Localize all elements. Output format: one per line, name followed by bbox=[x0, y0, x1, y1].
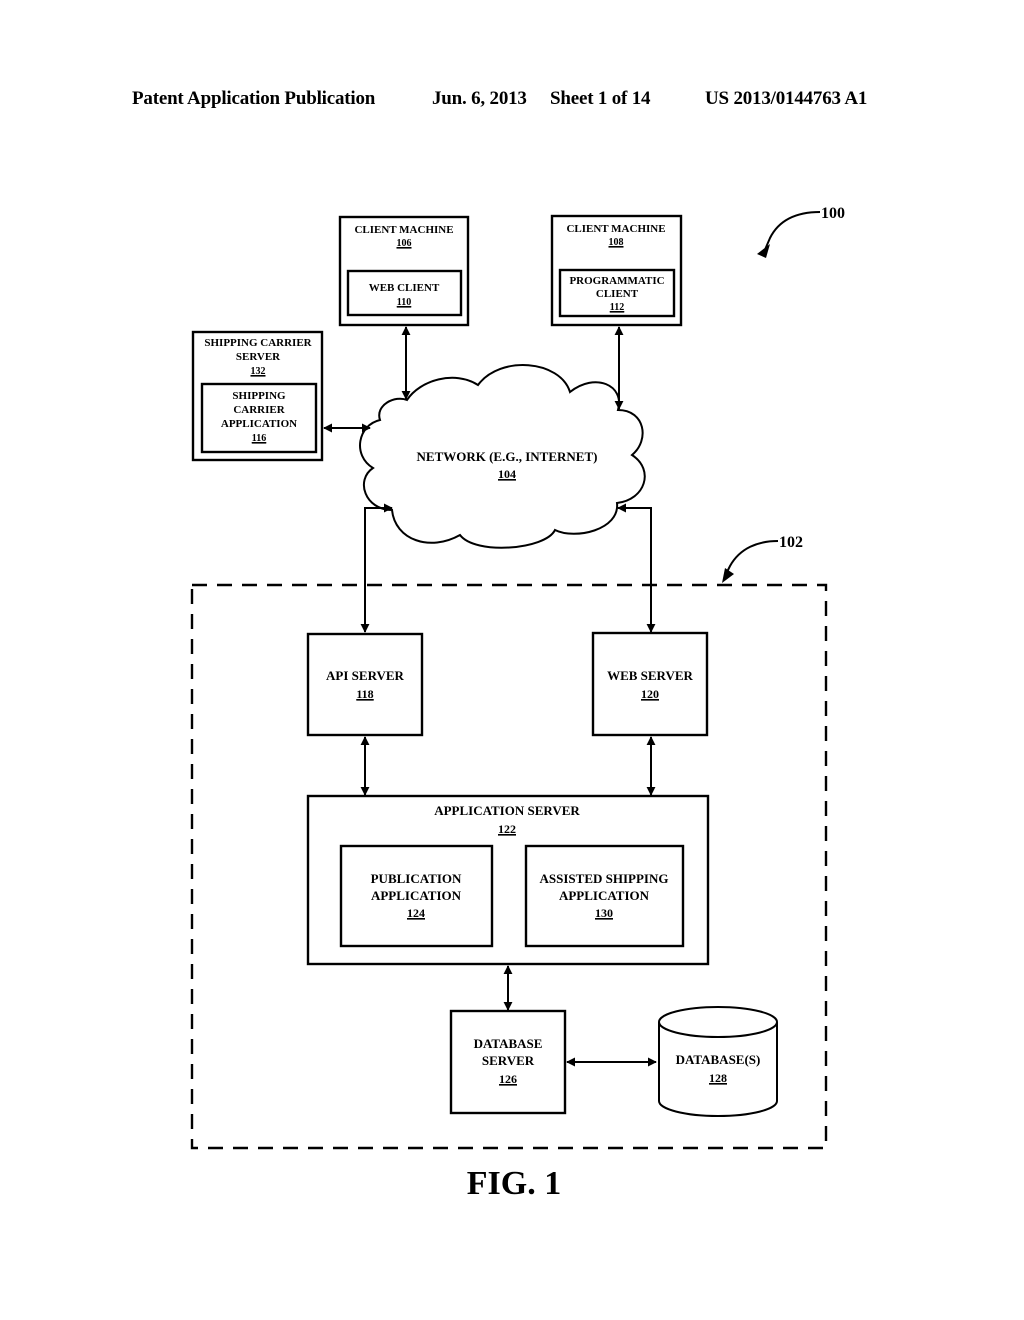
programmatic-client-112-line2: CLIENT bbox=[596, 288, 639, 300]
system-diagram: 100 CLIENT MACHINE 106 WEB CLIENT 110 CL… bbox=[190, 205, 845, 1202]
client-machine-108-ref: 108 bbox=[609, 237, 624, 248]
database-server-line1: DATABASE bbox=[474, 1036, 543, 1051]
connector-network-web-upper bbox=[617, 503, 652, 632]
ref-100-arrowhead bbox=[757, 244, 770, 258]
api-server-118: API SERVER 118 bbox=[306, 632, 424, 737]
network-ref: 104 bbox=[498, 467, 516, 481]
client-machine-106-ref: 106 bbox=[397, 238, 412, 249]
api-server-title: API SERVER bbox=[326, 668, 405, 683]
application-server-ref: 122 bbox=[498, 822, 516, 836]
assisted-shipping-app-line1: ASSISTED SHIPPING bbox=[540, 871, 669, 886]
ref-102-leader bbox=[726, 540, 779, 573]
assisted-shipping-app-line2: APPLICATION bbox=[559, 888, 650, 903]
assisted-shipping-app-ref: 130 bbox=[595, 906, 613, 920]
shipping-carrier-app-ref: 116 bbox=[252, 433, 266, 444]
databases-ref: 128 bbox=[709, 1071, 727, 1085]
shipping-carrier-app-line1: SHIPPING bbox=[232, 390, 286, 402]
network-104: NETWORK (E.G., INTERNET) 104 bbox=[359, 364, 646, 549]
shipping-carrier-server-ref: 132 bbox=[251, 366, 266, 377]
database-cylinder-top bbox=[658, 1006, 778, 1038]
client-machine-106-title: CLIENT MACHINE bbox=[354, 224, 453, 236]
programmatic-client-112-ref: 112 bbox=[610, 302, 624, 313]
web-server-title: WEB SERVER bbox=[607, 668, 693, 683]
publication-app-line1: PUBLICATION bbox=[371, 871, 462, 886]
api-server-ref: 118 bbox=[356, 687, 373, 701]
publication-app-ref: 124 bbox=[407, 906, 425, 920]
web-client-110-title: WEB CLIENT bbox=[369, 282, 440, 294]
shipping-carrier-server-132: SHIPPING CARRIER SERVER 132 SHIPPING CAR… bbox=[191, 330, 324, 462]
system-ref-100: 100 bbox=[757, 205, 845, 258]
web-server-ref: 120 bbox=[641, 687, 659, 701]
programmatic-client-112-line1: PROGRAMMATIC bbox=[569, 275, 664, 287]
shipping-carrier-server-line1: SHIPPING CARRIER bbox=[204, 337, 312, 349]
figure-caption: FIG. 1 bbox=[467, 1165, 561, 1202]
ref-102-label: 102 bbox=[779, 534, 803, 551]
ref-100-leader bbox=[763, 211, 821, 253]
databases-title: DATABASE(S) bbox=[676, 1052, 761, 1067]
shipping-carrier-app-line2: CARRIER bbox=[233, 404, 285, 416]
publication-app-line2: APPLICATION bbox=[371, 888, 462, 903]
client-machine-106: CLIENT MACHINE 106 WEB CLIENT 110 bbox=[338, 215, 470, 327]
boundary-ref-102: 102 bbox=[722, 534, 803, 583]
shipping-carrier-server-line2: SERVER bbox=[236, 351, 281, 363]
database-server-line2: SERVER bbox=[482, 1053, 535, 1068]
web-server-120: WEB SERVER 120 bbox=[591, 631, 709, 737]
database-server-126: DATABASE SERVER 126 bbox=[449, 1009, 567, 1115]
connector-network-api-upper bbox=[364, 503, 393, 632]
application-server-title: APPLICATION SERVER bbox=[434, 803, 580, 818]
client-machine-108: CLIENT MACHINE 108 PROGRAMMATIC CLIENT 1… bbox=[550, 214, 683, 327]
application-server-122: APPLICATION SERVER 122 PUBLICATION APPLI… bbox=[306, 794, 710, 966]
web-client-110-ref: 110 bbox=[397, 297, 411, 308]
ref-102-arrowhead bbox=[722, 568, 734, 583]
client-machine-108-title: CLIENT MACHINE bbox=[566, 223, 665, 235]
shipping-carrier-app-line3: APPLICATION bbox=[221, 418, 297, 430]
databases-128: DATABASE(S) 128 bbox=[658, 1006, 778, 1117]
ref-100-label: 100 bbox=[821, 205, 845, 222]
database-server-ref: 126 bbox=[499, 1072, 517, 1086]
network-title: NETWORK (E.G., INTERNET) bbox=[417, 449, 598, 464]
